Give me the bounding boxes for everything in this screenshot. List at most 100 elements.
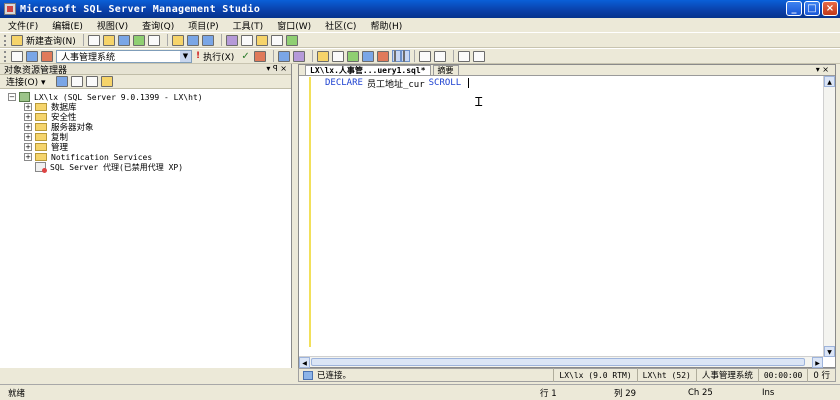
vertical-scrollbar[interactable]: ▲ ▼ (823, 76, 835, 357)
include-plan-icon[interactable] (331, 50, 344, 62)
increase-indent-icon[interactable] (472, 50, 485, 62)
analysis-query-icon[interactable] (102, 34, 115, 46)
grid-results-toggle[interactable] (400, 50, 410, 62)
design-query-icon[interactable] (292, 50, 305, 62)
uncomment-icon[interactable] (433, 50, 446, 62)
panel-controls[interactable]: ▾ ꟼ × (266, 64, 287, 73)
grid-icon (402, 50, 405, 62)
database-select[interactable]: 人事管理系统 ▼ (56, 49, 192, 63)
elapsed-time: 00:00:00 (757, 368, 808, 382)
connected-icon (303, 370, 313, 380)
tree-node-management[interactable]: + 管理 (0, 142, 291, 153)
connect-server-icon[interactable] (55, 76, 68, 87)
disconnect-icon[interactable] (41, 50, 53, 62)
tree-node-notification-services[interactable]: + Notification Services (0, 152, 291, 162)
connect-dropdown[interactable]: 连接(O) ▾ (6, 75, 46, 88)
menu-query[interactable]: 查询(Q) (142, 19, 174, 32)
comment-icon[interactable] (418, 50, 431, 62)
code-line: DECLARE 员工地址_cur SCROLL (325, 77, 821, 90)
expand-icon[interactable]: + (24, 133, 32, 141)
client-statistics-icon (393, 50, 396, 62)
code-area[interactable]: DECLARE 员工地址_cur SCROLL (309, 77, 821, 347)
menu-help[interactable]: 帮助(H) (370, 19, 402, 32)
new-query-button[interactable]: 新建查询(N) (11, 34, 76, 47)
standard-toolbar: 新建查询(N) (0, 32, 840, 48)
toolbar-grip[interactable] (4, 50, 7, 62)
registered-servers-icon[interactable] (225, 34, 238, 46)
xmla-query-icon[interactable] (147, 34, 160, 46)
results-to-grid-icon[interactable] (361, 50, 374, 62)
specify-values-icon[interactable] (316, 50, 329, 62)
tab-summary[interactable]: 摘要 (432, 65, 459, 75)
connect-icon[interactable] (11, 50, 23, 62)
tab-query1[interactable]: LX\lx.人事管...uery1.sql* (305, 65, 431, 75)
execute-icon: ! (196, 51, 201, 61)
parse-icon[interactable]: ✓ (241, 51, 249, 62)
tree-node-label: 管理 (51, 143, 69, 153)
expand-icon[interactable]: + (24, 103, 32, 111)
scroll-down-icon[interactable]: ▼ (824, 346, 835, 357)
expand-icon[interactable]: + (24, 153, 32, 161)
folder-icon (35, 103, 47, 111)
decrease-indent-icon[interactable] (457, 50, 470, 62)
scroll-thumb[interactable] (311, 358, 805, 366)
menu-community[interactable]: 社区(C) (325, 19, 356, 32)
menu-window[interactable]: 窗口(W) (277, 19, 311, 32)
chevron-down-icon[interactable]: ▼ (180, 50, 191, 62)
execute-button[interactable]: ! 执行(X) (196, 50, 234, 63)
change-connection-icon[interactable] (26, 50, 38, 62)
close-button[interactable]: × (822, 1, 838, 16)
toolbar-separator (452, 50, 454, 62)
save-all-icon[interactable] (201, 34, 214, 46)
scroll-up-icon[interactable]: ▲ (824, 76, 835, 87)
stop-icon[interactable] (85, 76, 98, 87)
tree-node-sql-agent[interactable]: SQL Server 代理(已禁用代理 XP) (0, 162, 291, 173)
app-icon[interactable] (4, 3, 16, 15)
toolbar-separator (272, 50, 274, 62)
expand-icon[interactable]: + (24, 143, 32, 151)
filter-icon[interactable] (100, 76, 113, 87)
collapse-icon[interactable]: − (8, 93, 16, 101)
results-to-file-icon[interactable] (376, 50, 389, 62)
database-engine-query-icon[interactable] (87, 34, 100, 46)
menu-file[interactable]: 文件(F) (8, 19, 38, 32)
toolbar-separator (413, 50, 415, 62)
tree-node-server[interactable]: − LX\lx (SQL Server 9.0.1399 - LX\ht) (0, 92, 291, 102)
object-explorer-header: 对象资源管理器 ▾ ꟼ × (0, 64, 291, 76)
tree-node-security[interactable]: + 安全性 (0, 112, 291, 123)
minimize-button[interactable]: _ (786, 1, 802, 16)
scroll-right-icon[interactable]: ▶ (812, 357, 823, 368)
tab-controls[interactable]: ▾ × (816, 65, 829, 74)
properties-icon[interactable] (270, 34, 283, 46)
client-statistics-toggle[interactable] (391, 50, 401, 62)
menu-view[interactable]: 视图(V) (97, 19, 128, 32)
menu-tools[interactable]: 工具(T) (233, 19, 264, 32)
menu-project[interactable]: 项目(P) (188, 19, 218, 32)
maximize-button[interactable]: □ (804, 1, 820, 16)
refresh-icon[interactable] (70, 76, 83, 87)
open-file-icon[interactable] (171, 34, 184, 46)
mdx-query-icon[interactable] (117, 34, 130, 46)
scroll-left-icon[interactable]: ◀ (299, 357, 310, 368)
tree-node-label: Notification Services (51, 152, 153, 162)
template-explorer-icon[interactable] (255, 34, 268, 46)
execute-label: 执行(X) (203, 52, 235, 63)
sql-editor-toolbar: 人事管理系统 ▼ ! 执行(X) ✓ (0, 48, 840, 64)
horizontal-scrollbar[interactable]: ◀ ▶ (299, 356, 823, 368)
expand-icon[interactable]: + (24, 123, 32, 131)
tree-node-replication[interactable]: + 复制 (0, 132, 291, 143)
folder-icon (35, 153, 47, 161)
dmx-query-icon[interactable] (132, 34, 145, 46)
cancel-query-icon[interactable] (253, 50, 266, 62)
display-estimated-plan-icon[interactable] (277, 50, 290, 62)
summary-icon[interactable] (285, 34, 298, 46)
expand-icon[interactable]: + (24, 113, 32, 121)
object-explorer-icon[interactable] (240, 34, 253, 46)
menu-edit[interactable]: 编辑(E) (52, 19, 83, 32)
code-keyword: SCROLL (428, 78, 462, 88)
tree-node-server-objects[interactable]: + 服务器对象 (0, 122, 291, 133)
toolbar-grip[interactable] (4, 34, 7, 46)
tree-node-databases[interactable]: + 数据库 (0, 102, 291, 113)
save-icon[interactable] (186, 34, 199, 46)
results-to-text-icon[interactable] (346, 50, 359, 62)
